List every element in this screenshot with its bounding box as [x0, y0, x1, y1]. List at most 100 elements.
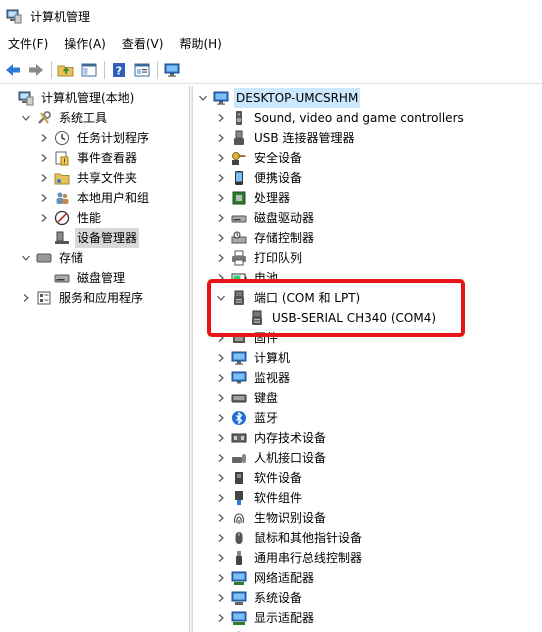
menu-view[interactable]: 查看(V) — [116, 33, 170, 55]
chevron-right-icon[interactable] — [20, 292, 32, 304]
device-tree-item[interactable]: 键盘 — [215, 388, 280, 408]
chevron-right-icon[interactable] — [215, 392, 227, 404]
console-tree-item[interactable]: 磁盘管理 — [38, 268, 127, 288]
chevron-down-icon[interactable] — [215, 292, 227, 304]
back-icon[interactable] — [2, 59, 24, 81]
console-tree-item[interactable]: 系统工具 — [20, 108, 109, 128]
chevron-down-icon[interactable] — [20, 112, 32, 124]
device-tree-item[interactable]: 端口 (COM 和 LPT) — [215, 288, 362, 308]
portable-device-icon — [231, 170, 247, 186]
chevron-right-icon[interactable] — [215, 412, 227, 424]
device-tree-item-label: 通用串行总线控制器 — [254, 551, 363, 565]
device-tree-item[interactable]: 打印队列 — [215, 248, 304, 268]
chevron-right-icon[interactable] — [215, 372, 227, 384]
show-hide-tree-icon[interactable] — [78, 59, 100, 81]
device-tree-item[interactable]: 内存技术设备 — [215, 428, 328, 448]
menu-file[interactable]: 文件(F) — [2, 33, 54, 55]
device-tree-item-label: DESKTOP-UMCSRHM — [234, 88, 361, 108]
chevron-right-icon[interactable] — [215, 332, 227, 344]
title-bar: 计算机管理 — [0, 0, 542, 32]
console-tree-item[interactable]: 性能 — [38, 208, 103, 228]
device-tree-item[interactable]: 蓝牙 — [215, 408, 280, 428]
console-tree-item[interactable]: ! 事件查看器 — [38, 148, 139, 168]
help-icon[interactable]: ? — [108, 59, 130, 81]
memory-icon — [231, 430, 247, 446]
chevron-right-icon[interactable] — [215, 492, 227, 504]
device-tree-item[interactable]: 软件组件 — [215, 488, 304, 508]
device-tree-item[interactable]: Sound, video and game controllers — [215, 108, 466, 128]
chevron-right-icon[interactable] — [215, 612, 227, 624]
computer-icon — [213, 90, 229, 106]
console-tree-item[interactable]: 设备管理器 — [38, 228, 140, 248]
device-tree-item[interactable]: 电池 — [215, 268, 280, 288]
chevron-right-icon[interactable] — [215, 552, 227, 564]
chevron-right-icon[interactable] — [38, 132, 50, 144]
chevron-right-icon[interactable] — [215, 472, 227, 484]
device-tree-item[interactable]: 生物识别设备 — [215, 508, 328, 528]
chevron-right-icon[interactable] — [215, 252, 227, 264]
chevron-right-icon[interactable] — [215, 232, 227, 244]
chevron-right-icon[interactable] — [38, 152, 50, 164]
chevron-right-icon[interactable] — [38, 192, 50, 204]
chevron-down-icon[interactable] — [20, 252, 32, 264]
chevron-right-icon[interactable] — [215, 192, 227, 204]
device-tree-item-label: 生物识别设备 — [254, 511, 327, 525]
forward-icon[interactable] — [25, 59, 47, 81]
chevron-right-icon[interactable] — [215, 272, 227, 284]
device-tree-item[interactable]: DESKTOP-UMCSRHM — [197, 88, 361, 108]
toolbar: ? — [0, 56, 542, 84]
device-tree-item[interactable]: 处理器 — [215, 188, 292, 208]
chevron-right-icon[interactable] — [215, 172, 227, 184]
menu-help[interactable]: 帮助(H) — [173, 33, 227, 55]
device-tree-item[interactable]: 监视器 — [215, 368, 292, 388]
device-tree-item[interactable]: 软件设备 — [215, 468, 304, 488]
chevron-right-icon[interactable] — [38, 172, 50, 184]
device-tree-item[interactable]: 鼠标和其他指针设备 — [215, 528, 364, 548]
device-tree-item[interactable]: 安全设备 — [215, 148, 304, 168]
device-tree-item[interactable]: 网络适配器 — [215, 568, 316, 588]
chevron-right-icon[interactable] — [215, 572, 227, 584]
chevron-right-icon[interactable] — [215, 592, 227, 604]
chevron-right-icon[interactable] — [215, 512, 227, 524]
chevron-right-icon[interactable] — [215, 212, 227, 224]
device-tree-item[interactable]: 固件 — [215, 328, 280, 348]
properties-icon[interactable] — [131, 59, 153, 81]
device-tree-item-label: 蓝牙 — [254, 411, 279, 425]
console-tree-item[interactable]: 共享文件夹 — [38, 168, 139, 188]
chevron-down-icon[interactable] — [197, 92, 209, 104]
console-tree-item[interactable]: 服务和应用程序 — [20, 288, 145, 308]
chevron-right-icon[interactable] — [215, 132, 227, 144]
device-tree-item[interactable]: 显示适配器 — [215, 608, 316, 628]
device-tree-item-label: 软件设备 — [254, 471, 303, 485]
menu-action[interactable]: 操作(A) — [58, 33, 112, 55]
chevron-right-icon[interactable] — [215, 452, 227, 464]
device-tree-item-label: 系统设备 — [254, 591, 303, 605]
device-tree-item[interactable] — [215, 628, 256, 632]
device-tree-item[interactable]: 计算机 — [215, 348, 292, 368]
toolbar-separator — [157, 60, 158, 79]
window-title: 计算机管理 — [30, 9, 91, 24]
chevron-right-icon[interactable] — [215, 112, 227, 124]
chevron-right-icon[interactable] — [38, 212, 50, 224]
storage-icon — [36, 250, 52, 266]
device-tree-item[interactable]: 便携设备 — [215, 168, 304, 188]
device-tree-item[interactable]: 通用串行总线控制器 — [215, 548, 364, 568]
chevron-right-icon[interactable] — [215, 352, 227, 364]
chevron-right-icon[interactable] — [215, 152, 227, 164]
device-tree-item[interactable]: 存储控制器 — [215, 228, 316, 248]
chevron-right-icon[interactable] — [215, 532, 227, 544]
console-tree-item[interactable]: 本地用户和组 — [38, 188, 151, 208]
console-tree-item[interactable]: 存储 — [20, 248, 85, 268]
device-tree-item[interactable]: USB-SERIAL CH340 (COM4) — [233, 308, 438, 328]
device-tree-item[interactable]: 磁盘驱动器 — [215, 208, 316, 228]
services-icon — [36, 290, 52, 306]
up-folder-icon[interactable] — [55, 59, 77, 81]
console-tree-item[interactable]: 计算机管理(本地) — [2, 88, 136, 108]
device-tree-item[interactable]: 人机接口设备 — [215, 448, 328, 468]
chevron-right-icon[interactable] — [215, 432, 227, 444]
monitor-icon[interactable] — [161, 59, 183, 81]
console-tree-item[interactable]: 任务计划程序 — [38, 128, 151, 148]
device-tree-item[interactable]: USB 连接器管理器 — [215, 128, 356, 148]
device-tree-item[interactable]: 系统设备 — [215, 588, 304, 608]
